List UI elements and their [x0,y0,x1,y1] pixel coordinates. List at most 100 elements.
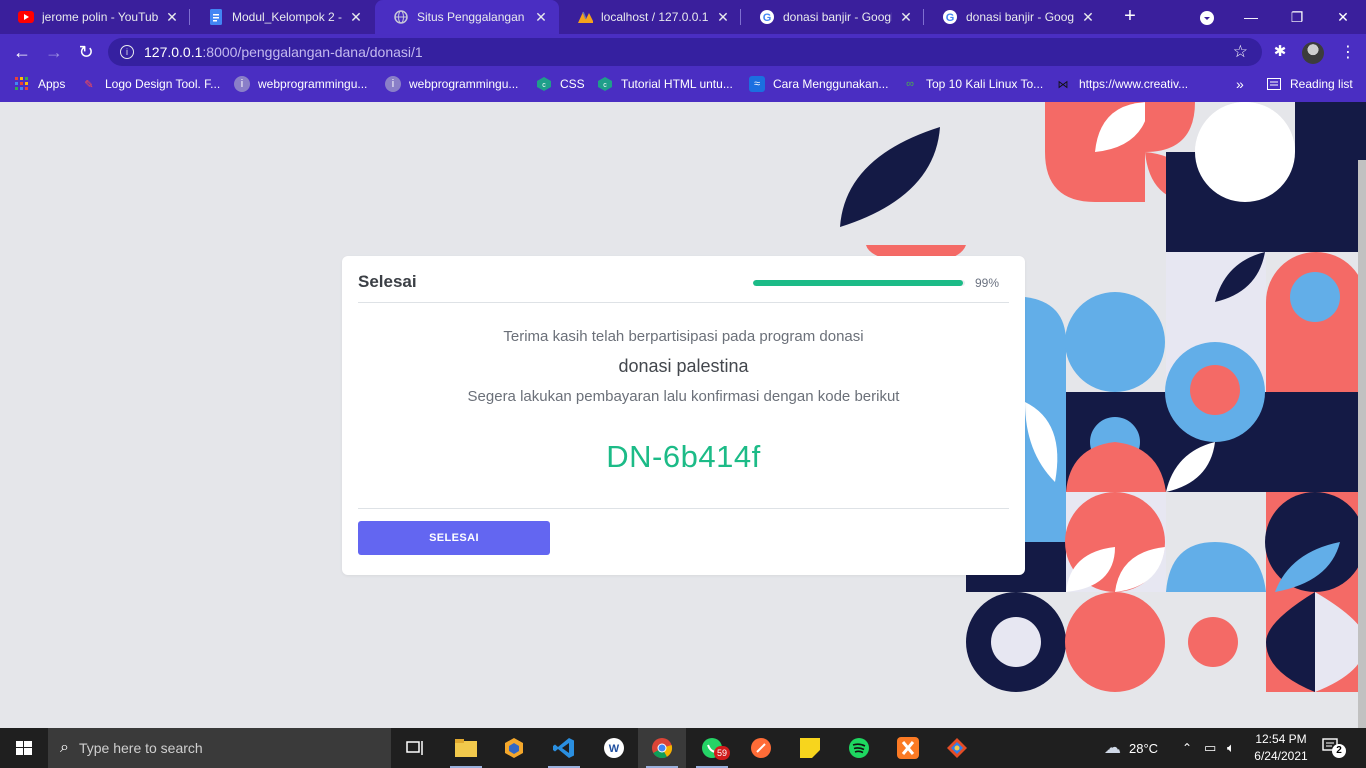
close-icon[interactable]: ✕ [348,9,364,26]
w-app-icon: W [604,738,624,758]
new-tab-button[interactable]: + [1118,4,1142,28]
bookmark-label: CSS [560,77,585,91]
google-icon: G [942,9,958,25]
bookmark-webprogramming-1[interactable]: i webprogrammingu... [234,70,367,98]
bookmark-label: webprogrammingu... [258,77,368,91]
windows-taskbar: ⌕ Type here to search W 59 ☁ 28°C ⌃ ▭ 🔈︎… [0,728,1366,768]
payment-instruction: Segera lakukan pembayaran lalu konfirmas… [467,388,900,405]
forward-arrow-icon[interactable]: → [42,40,66,64]
svg-text:W: W [609,743,620,755]
minimize-button[interactable]: — [1228,0,1274,34]
taskbar-search-box[interactable]: ⌕ Type here to search [48,728,391,768]
svg-text:G: G [946,12,955,24]
codepolitan-icon: c [597,76,613,92]
bookmark-webprogramming-2[interactable]: i webprogrammingu... [385,70,518,98]
google-docs-icon [208,9,224,25]
weather-cloud-icon: ☁ [1104,738,1121,757]
tab-phpmyadmin[interactable]: localhost / 127.0.0.1 / phpMyAdmin ✕ [559,0,741,34]
donation-code: DN-6b414f [606,439,761,474]
close-icon[interactable]: ✕ [533,9,549,26]
reading-list-icon [1266,76,1282,92]
progress-bar [753,280,965,286]
page-scrollbar[interactable] [1358,160,1366,728]
tab-google-docs[interactable]: Modul_Kelompok 2 - Google Docs ✕ [190,0,374,34]
show-hidden-icons-button[interactable]: ⌃ [1182,728,1192,768]
phpmyadmin-icon [577,9,593,25]
card-title: Selesai [358,272,417,291]
tab-situs-penggalangan-dana[interactable]: Situs Penggalangan Dana ✕ [375,0,559,34]
bookmark-logo-design-tool[interactable]: ✎ Logo Design Tool. F... [81,70,220,98]
taskbar-postman[interactable] [737,728,785,768]
reading-list-label: Reading list [1290,77,1353,91]
xampp-icon [897,737,919,759]
taskbar-sticky-notes[interactable] [786,728,834,768]
tab-title: jerome polin - YouTube [42,10,158,24]
bookmark-apps[interactable]: Apps [14,70,65,98]
weather-widget[interactable]: ☁ 28°C [1104,728,1158,768]
reload-icon[interactable]: ↻ [74,40,98,64]
close-icon[interactable]: ✕ [715,9,731,26]
progress-bar-fill [753,280,963,286]
notification-center-button[interactable]: 2 [1322,738,1346,758]
tab-title: donasi banjir - Google Search [966,10,1074,24]
close-icon[interactable]: ✕ [164,9,180,26]
taskbar-spotify[interactable] [835,728,883,768]
task-view-button[interactable] [392,728,440,768]
task-view-icon [406,741,423,755]
bookmark-css[interactable]: c CSS [536,70,585,98]
spotify-icon [849,738,869,758]
bookmark-kali-linux[interactable]: ∞ Top 10 Kali Linux To... [902,70,1043,98]
address-bar[interactable]: i 127.0.0.1:8000/penggalangan-dana/donas… [108,38,1262,66]
close-icon[interactable]: ✕ [898,9,914,26]
start-button[interactable] [0,728,48,768]
bookmark-creativ[interactable]: ⋈ https://www.creativ... [1055,70,1189,98]
search-placeholder: Type here to search [78,740,203,756]
taskbar-app-w[interactable]: W [590,728,638,768]
finish-button[interactable]: SELESAI [358,521,550,555]
browser-menu-icon[interactable]: ⋮ [1340,42,1356,64]
taskbar-vscode[interactable] [540,728,588,768]
tab-google-search-2[interactable]: G donasi banjir - Google Search ✕ [924,0,1106,34]
tab-search-button[interactable] [1184,0,1230,34]
globe-icon [393,9,409,25]
cube-icon [505,738,523,758]
volume-icon[interactable]: 🔈︎ [1227,728,1235,768]
postman-icon [751,738,771,758]
close-icon[interactable]: ✕ [1080,9,1096,26]
bookmark-star-icon[interactable]: ☆ [1233,42,1248,62]
reading-list-button[interactable]: Reading list [1266,70,1353,98]
google-icon: G [759,9,775,25]
bookmark-label: webprogrammingu... [409,77,519,91]
url-path: :8000/penggalangan-dana/donasi/1 [202,44,423,60]
taskbar-xampp[interactable] [884,728,932,768]
tab-youtube[interactable]: jerome polin - YouTube ✕ [0,0,190,34]
taskbar-app-tools[interactable] [933,728,981,768]
system-clock[interactable]: 12:54 PM 6/24/2021 [1244,731,1318,765]
bowtie-icon: ⋈ [1057,78,1069,91]
bookmark-cara-menggunakan[interactable]: ≈ Cara Menggunakan... [749,70,888,98]
bookmarks-bar: Apps ✎ Logo Design Tool. F... i webprogr… [0,70,1366,102]
donation-complete-card: Selesai 99% Terima kasih telah berpartis… [342,256,1025,575]
close-window-button[interactable]: ✕ [1320,0,1366,34]
profile-avatar[interactable] [1302,42,1324,64]
codepolitan-icon: c [536,76,552,92]
svg-text:G: G [763,12,772,24]
tab-title: Modul_Kelompok 2 - Google Docs [232,10,342,24]
battery-icon[interactable]: ▭ [1204,728,1216,768]
back-arrow-icon[interactable]: ← [10,40,34,64]
taskbar-app-cube[interactable] [490,728,538,768]
bookmark-label: Top 10 Kali Linux To... [926,77,1044,91]
site-info-icon[interactable]: i [120,45,134,59]
bookmark-tutorial-html[interactable]: c Tutorial HTML untu... [597,70,733,98]
bookmark-label: Apps [38,77,66,91]
extensions-puzzle-icon[interactable]: ✱ [1270,42,1290,62]
tools-icon [947,738,967,758]
taskbar-whatsapp[interactable]: 59 [688,728,736,768]
taskbar-chrome[interactable] [638,728,686,768]
maximize-button[interactable]: ❐ [1274,0,1320,34]
glasses-icon: ∞ [906,78,914,90]
taskbar-file-explorer[interactable] [442,728,490,768]
bookmarks-overflow-button[interactable]: » [1236,70,1244,98]
site-icon: i [234,76,250,92]
tab-google-search[interactable]: G donasi banjir - Google Search ✕ [741,0,924,34]
